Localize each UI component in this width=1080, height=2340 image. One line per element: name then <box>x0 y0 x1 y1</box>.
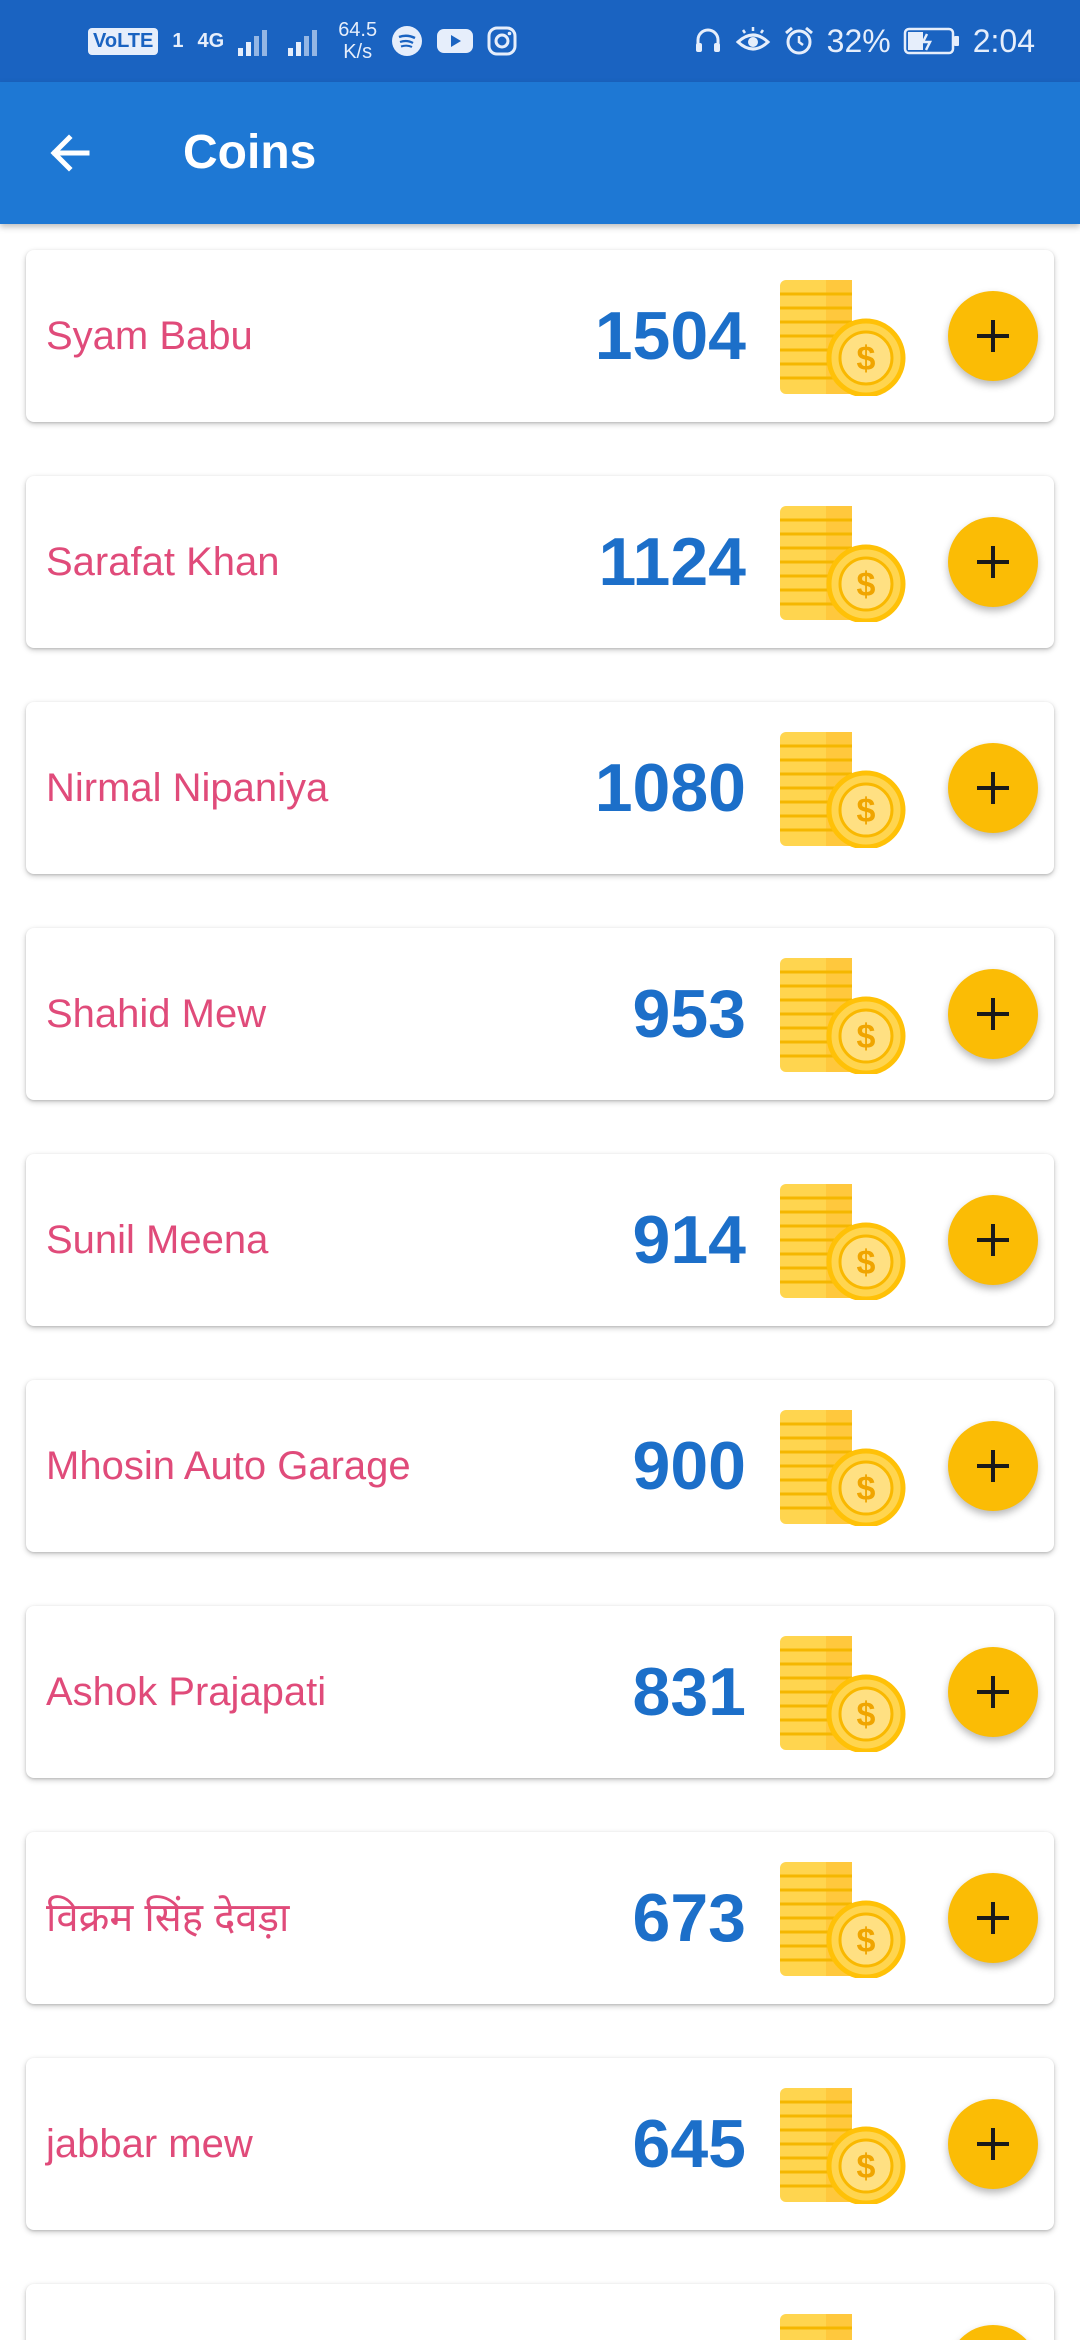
list-item[interactable]: Shahid Mew 953 $ <box>26 928 1054 1100</box>
signal-icon-2 <box>288 30 318 56</box>
coin-count: 953 <box>632 976 746 1052</box>
plus-icon <box>977 546 1009 578</box>
app-bar: Coins <box>0 82 1080 224</box>
svg-text:$: $ <box>857 340 876 378</box>
member-name: Shahid Mew <box>46 992 267 1036</box>
coin-count: 1504 <box>594 298 746 374</box>
coin-count: 831 <box>632 1654 746 1730</box>
clock: 2:04 <box>972 22 1035 59</box>
plus-icon <box>977 1902 1009 1934</box>
plus-icon <box>977 998 1009 1030</box>
add-coins-button[interactable] <box>948 969 1038 1059</box>
add-coins-button[interactable] <box>948 291 1038 381</box>
add-coins-button[interactable] <box>948 2099 1038 2189</box>
headset-icon <box>695 28 720 52</box>
list-item[interactable]: $ <box>26 2284 1054 2340</box>
plus-icon <box>977 772 1009 804</box>
list-item[interactable]: Sunil Meena 914 $ <box>26 1154 1054 1326</box>
svg-text:$: $ <box>857 792 876 830</box>
coin-stack-icon: $ <box>780 2088 906 2204</box>
member-name: jabbar mew <box>46 2122 253 2166</box>
coin-count: 1080 <box>594 750 746 826</box>
coin-count: 900 <box>632 1428 746 1504</box>
list-item[interactable]: Syam Babu 1504 $ <box>26 250 1054 422</box>
list-item[interactable]: Sarafat Khan 1124 $ <box>26 476 1054 648</box>
add-coins-button[interactable] <box>948 517 1038 607</box>
svg-text:$: $ <box>857 1922 876 1960</box>
list-item[interactable]: Nirmal Nipaniya 1080 $ <box>26 702 1054 874</box>
coin-stack-icon: $ <box>780 1184 906 1300</box>
alarm-icon <box>784 26 813 55</box>
coin-list[interactable]: Syam Babu 1504 $ Sarafat Khan 1124 $ Nir… <box>0 224 1080 2340</box>
network-type: 4G <box>197 29 225 52</box>
status-bar: VoLTE 1 4G 64.5 K/s 32% 2:04 <box>0 0 1080 82</box>
member-name: विक्रम सिंह देवड़ा <box>46 1896 290 1940</box>
list-item[interactable]: jabbar mew 645 $ <box>26 2058 1054 2230</box>
signal-icon <box>238 30 268 56</box>
plus-icon <box>977 1676 1009 1708</box>
list-item[interactable]: विक्रम सिंह देवड़ा 673 $ <box>26 1832 1054 2004</box>
coin-stack-icon: $ <box>780 280 906 396</box>
coin-count: 645 <box>632 2106 746 2182</box>
page-title: Coins <box>183 126 317 179</box>
list-item[interactable]: Mhosin Auto Garage 900 $ <box>26 1380 1054 1552</box>
member-name: Syam Babu <box>46 314 253 358</box>
add-coins-button[interactable] <box>948 2325 1038 2340</box>
add-coins-button[interactable] <box>948 1647 1038 1737</box>
eye-comfort-icon <box>735 27 770 51</box>
spotify-icon <box>392 26 423 56</box>
coin-count: 914 <box>632 1202 746 1278</box>
member-name: Sunil Meena <box>46 1218 269 1262</box>
coin-stack-icon: $ <box>780 1410 906 1526</box>
plus-icon <box>977 320 1009 352</box>
coin-stack-icon: $ <box>780 2314 852 2340</box>
status-right: 32% 2:04 <box>693 0 1035 82</box>
plus-icon <box>977 1450 1009 1482</box>
battery-icon <box>903 27 959 55</box>
svg-text:$: $ <box>857 1018 876 1056</box>
svg-text:$: $ <box>857 2148 876 2186</box>
speed-unit: K/s <box>343 41 373 63</box>
member-name: Sarafat Khan <box>46 540 280 584</box>
instagram-icon <box>487 26 517 56</box>
member-name: Ashok Prajapati <box>46 1670 327 1714</box>
svg-text:$: $ <box>857 1470 876 1508</box>
coin-stack-icon: $ <box>780 1636 906 1752</box>
add-coins-button[interactable] <box>948 743 1038 833</box>
youtube-icon <box>437 29 474 53</box>
svg-text:$: $ <box>857 1696 876 1734</box>
list-item[interactable]: Ashok Prajapati 831 $ <box>26 1606 1054 1778</box>
back-button[interactable] <box>32 115 108 191</box>
coin-count: 1124 <box>598 524 746 600</box>
member-name: Nirmal Nipaniya <box>46 766 329 810</box>
status-left: VoLTE 1 4G 64.5 K/s <box>88 0 517 82</box>
coin-count: 673 <box>632 1880 746 1956</box>
battery-percent: 32% <box>826 22 891 59</box>
add-coins-button[interactable] <box>948 1421 1038 1511</box>
plus-icon <box>977 2128 1009 2160</box>
network-speed: 64.5 K/s <box>338 19 377 63</box>
add-coins-button[interactable] <box>948 1195 1038 1285</box>
arrow-back-icon <box>50 134 90 172</box>
svg-text:$: $ <box>857 1244 876 1282</box>
speed-value: 64.5 <box>338 19 378 41</box>
svg-text:$: $ <box>857 566 876 604</box>
volte-badge: VoLTE <box>88 27 159 55</box>
member-name: Mhosin Auto Garage <box>46 1444 411 1488</box>
sim-indicator: 1 <box>172 29 184 52</box>
plus-icon <box>977 1224 1009 1256</box>
coin-stack-icon: $ <box>780 506 906 622</box>
coin-stack-icon: $ <box>780 732 906 848</box>
coin-stack-icon: $ <box>780 1862 906 1978</box>
coin-stack-icon: $ <box>780 958 906 1074</box>
add-coins-button[interactable] <box>948 1873 1038 1963</box>
